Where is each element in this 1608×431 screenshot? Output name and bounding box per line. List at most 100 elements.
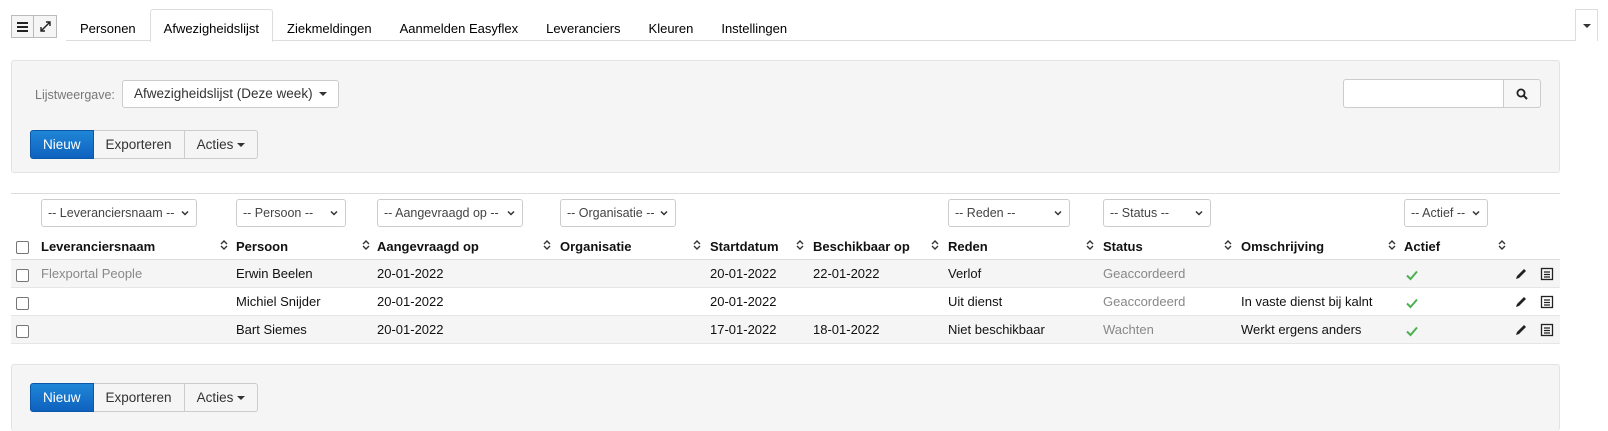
details-list-icon[interactable]	[1540, 295, 1554, 309]
column-header-status[interactable]: Status	[1103, 233, 1143, 261]
search-group	[1343, 79, 1541, 108]
sort-icon[interactable]	[1086, 239, 1094, 251]
details-list-icon[interactable]	[1540, 323, 1554, 337]
column-header-active[interactable]: Actief	[1404, 233, 1440, 261]
export-button[interactable]: Exporteren	[93, 383, 185, 412]
tab-personen[interactable]: Personen	[66, 9, 150, 41]
tab-kleuren[interactable]: Kleuren	[635, 9, 708, 41]
sort-icon[interactable]	[362, 239, 370, 251]
collapse-button[interactable]	[34, 15, 57, 38]
check-icon	[1406, 326, 1418, 337]
listview-label: Lijstweergave:	[35, 88, 115, 102]
filter-status[interactable]: -- Status --	[1103, 199, 1211, 227]
actions-label: Acties	[196, 390, 234, 405]
cell-reason: Niet beschikbaar	[948, 322, 1045, 337]
select-all-checkbox[interactable]	[16, 241, 29, 254]
filter-organisation-value: -- Organisatie --	[567, 206, 655, 220]
new-button[interactable]: Nieuw	[30, 130, 94, 159]
cell-start: 20-01-2022	[710, 266, 777, 281]
tab-ziekmeldingen[interactable]: Ziekmeldingen	[273, 9, 386, 41]
table-header: Leveranciersnaam Persoon Aangevraagd op …	[11, 232, 1560, 260]
tab-leveranciers[interactable]: Leveranciers	[532, 9, 634, 41]
cell-supplier[interactable]: Flexportal People	[41, 260, 142, 288]
bottom-action-panel: Nieuw Exporteren Acties	[11, 364, 1560, 431]
cell-requested: 20-01-2022	[377, 294, 444, 309]
table-row[interactable]: Bart Siemes 20-01-2022 17-01-2022 18-01-…	[11, 316, 1560, 344]
actions-dropdown[interactable]: Acties	[184, 383, 259, 412]
column-header-organisation[interactable]: Organisatie	[560, 233, 632, 261]
sort-icon[interactable]	[1224, 239, 1232, 251]
cell-description: Werkt ergens anders	[1241, 322, 1362, 337]
cell-status: Wachten	[1103, 322, 1154, 337]
filter-active[interactable]: -- Actief --	[1404, 199, 1488, 227]
filter-organisation[interactable]: -- Organisatie --	[560, 199, 676, 227]
top-navigation: Personen Afwezigheidslijst Ziekmeldingen…	[0, 0, 1608, 42]
sort-icon[interactable]	[931, 239, 939, 251]
column-header-available[interactable]: Beschikbaar op	[813, 233, 910, 261]
search-input[interactable]	[1343, 79, 1504, 108]
tab-afwezigheidslijst[interactable]: Afwezigheidslijst	[149, 9, 274, 42]
chevron-down-icon	[237, 143, 246, 148]
action-buttons: Nieuw Exporteren Acties	[30, 130, 259, 159]
column-filter-row: -- Leveranciersnaam -- -- Persoon -- -- …	[11, 193, 1560, 232]
column-header-start[interactable]: Startdatum	[710, 233, 779, 261]
listview-selected: Afwezigheidslijst (Deze week)	[134, 86, 313, 101]
sort-icon[interactable]	[1388, 239, 1396, 251]
filter-supplier[interactable]: -- Leveranciersnaam --	[41, 199, 197, 227]
list-icon	[17, 21, 28, 32]
cell-available: 22-01-2022	[813, 266, 880, 281]
cell-person: Michiel Snijder	[236, 294, 321, 309]
column-header-supplier[interactable]: Leveranciersnaam	[41, 233, 155, 261]
filter-supplier-value: -- Leveranciersnaam --	[48, 206, 175, 220]
column-header-requested[interactable]: Aangevraagd op	[377, 233, 479, 261]
cell-reason: Uit dienst	[948, 294, 1003, 309]
filter-requested-value: -- Aangevraagd op --	[384, 206, 499, 220]
sort-icon[interactable]	[796, 239, 804, 251]
filter-status-value: -- Status --	[1110, 206, 1170, 220]
table-row[interactable]: Flexportal People Erwin Beelen 20-01-202…	[11, 260, 1560, 288]
filter-person[interactable]: -- Persoon --	[236, 199, 346, 227]
edit-pencil-icon[interactable]	[1514, 323, 1528, 337]
sort-icon[interactable]	[1498, 239, 1506, 251]
cell-person: Bart Siemes	[236, 322, 307, 337]
filter-requested[interactable]: -- Aangevraagd op --	[377, 199, 523, 227]
cell-status: Geaccordeerd	[1103, 294, 1186, 309]
action-buttons: Nieuw Exporteren Acties	[30, 383, 259, 412]
listview-select[interactable]: Afwezigheidslijst (Deze week)	[122, 80, 340, 108]
export-button[interactable]: Exporteren	[93, 130, 185, 159]
sort-icon[interactable]	[220, 239, 228, 251]
search-button[interactable]	[1504, 79, 1541, 108]
check-icon	[1406, 270, 1418, 281]
tab-instellingen[interactable]: Instellingen	[707, 9, 801, 41]
list-view-button[interactable]	[11, 15, 34, 38]
absence-table: -- Leveranciersnaam -- -- Persoon -- -- …	[11, 193, 1560, 344]
chevron-down-icon	[660, 210, 668, 216]
actions-dropdown[interactable]: Acties	[184, 130, 259, 159]
tab-aanmelden-easyflex[interactable]: Aanmelden Easyflex	[386, 9, 533, 41]
filter-reason[interactable]: -- Reden --	[948, 199, 1070, 227]
cell-requested: 20-01-2022	[377, 322, 444, 337]
tabs-overflow-button[interactable]	[1575, 9, 1598, 41]
cell-status: Geaccordeerd	[1103, 266, 1186, 281]
chevron-down-icon	[1054, 210, 1062, 216]
cell-start: 20-01-2022	[710, 294, 777, 309]
edit-pencil-icon[interactable]	[1514, 267, 1528, 281]
row-checkbox[interactable]	[16, 269, 29, 282]
column-header-reason[interactable]: Reden	[948, 233, 988, 261]
row-checkbox[interactable]	[16, 297, 29, 310]
filter-person-value: -- Persoon --	[243, 206, 314, 220]
edit-pencil-icon[interactable]	[1514, 295, 1528, 309]
column-header-description[interactable]: Omschrijving	[1241, 233, 1324, 261]
view-toggle-group	[11, 15, 57, 38]
column-header-person[interactable]: Persoon	[236, 233, 288, 261]
sort-icon[interactable]	[543, 239, 551, 251]
details-list-icon[interactable]	[1540, 267, 1554, 281]
new-button[interactable]: Nieuw	[30, 383, 94, 412]
sort-icon[interactable]	[693, 239, 701, 251]
cell-reason: Verlof	[948, 266, 982, 281]
cell-description: In vaste dienst bij kalnt	[1241, 294, 1373, 309]
filter-active-value: -- Actief --	[1411, 206, 1466, 220]
chevron-down-icon	[1582, 23, 1591, 28]
row-checkbox[interactable]	[16, 325, 29, 338]
table-row[interactable]: Michiel Snijder 20-01-2022 20-01-2022 Ui…	[11, 288, 1560, 316]
